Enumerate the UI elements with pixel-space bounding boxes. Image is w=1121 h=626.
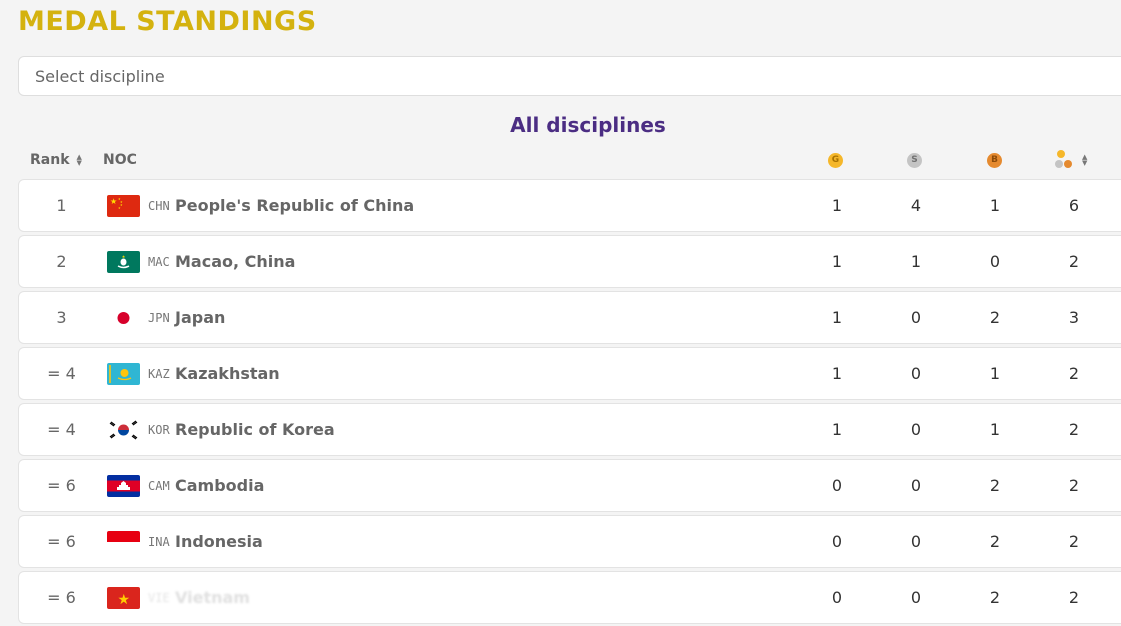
bronze-count: 1 — [989, 364, 1001, 383]
table-row[interactable]: 1 ★ ★ ★ ★ ★ CHN People's Republic of China 1… — [18, 179, 1121, 232]
total-count: 2 — [1068, 476, 1080, 495]
svg-text:★: ★ — [122, 254, 126, 259]
total-count: 2 — [1068, 532, 1080, 551]
page-title: MEDAL STANDINGS — [18, 6, 317, 37]
noc-code: CAM — [148, 478, 170, 493]
total-count: 6 — [1068, 196, 1080, 215]
bronze-header[interactable]: B — [987, 148, 1002, 172]
table-row[interactable]: = 6 INA Indonesia 0 0 2 2 — [18, 515, 1121, 568]
gold-count: 0 — [831, 588, 843, 607]
bronze-count: 1 — [989, 420, 1001, 439]
country-name[interactable]: Japan — [175, 292, 225, 343]
gold-count: 0 — [831, 476, 843, 495]
sort-icon[interactable]: ▲ ▼ — [1082, 154, 1087, 167]
rank-cell: = 4 — [47, 420, 76, 439]
discipline-select[interactable]: Select discipline — [18, 56, 1121, 96]
silver-count: 4 — [910, 196, 922, 215]
gold-count: 1 — [831, 420, 843, 439]
noc-code: KAZ — [148, 366, 170, 381]
rank-cell: = 6 — [47, 476, 76, 495]
table-row[interactable]: 2 ★ MAC Macao, China 1 1 0 2 — [18, 235, 1121, 288]
gold-medal-icon: G — [828, 152, 843, 168]
silver-count: 0 — [910, 308, 922, 327]
gold-header[interactable]: G — [828, 148, 843, 172]
rank-header[interactable]: Rank ▲ ▼ — [30, 148, 82, 172]
total-count: 2 — [1068, 252, 1080, 271]
rank-cell: 2 — [56, 252, 67, 271]
country-name[interactable]: Indonesia — [175, 516, 263, 567]
rank-cell: 3 — [56, 308, 67, 327]
silver-count: 0 — [910, 364, 922, 383]
noc-code: KOR — [148, 422, 170, 437]
table-row[interactable]: = 4 KOR Republic of Korea 1 0 1 2 — [18, 403, 1121, 456]
japan-flag-icon — [107, 307, 140, 329]
bronze-count: 2 — [989, 308, 1001, 327]
rank-cell: 1 — [56, 196, 67, 215]
rank-header-label: Rank — [30, 152, 70, 168]
bronze-count: 2 — [989, 532, 1001, 551]
country-name[interactable]: Republic of Korea — [175, 404, 335, 455]
silver-count: 0 — [910, 588, 922, 607]
noc-header-label: NOC — [103, 152, 137, 168]
gold-count: 0 — [831, 532, 843, 551]
indonesia-flag-icon — [107, 531, 140, 553]
macao-flag-icon: ★ — [107, 251, 140, 273]
gold-count: 1 — [831, 308, 843, 327]
bronze-count: 2 — [989, 476, 1001, 495]
bronze-count: 2 — [989, 588, 1001, 607]
silver-header[interactable]: S — [907, 148, 922, 172]
cambodia-flag-icon — [107, 475, 140, 497]
rank-cell: = 6 — [47, 532, 76, 551]
vietnam-flag-icon: ★ — [107, 587, 140, 609]
noc-header: NOC — [103, 148, 137, 172]
silver-count: 0 — [910, 420, 922, 439]
total-count: 2 — [1068, 588, 1080, 607]
korea-flag-icon — [107, 419, 140, 441]
svg-text:★: ★ — [118, 206, 121, 210]
total-medals-icon — [1055, 150, 1075, 170]
table-row[interactable]: 3 JPN Japan 1 0 2 3 — [18, 291, 1121, 344]
noc-code: VIE — [148, 590, 170, 605]
table-row[interactable]: = 6 ★ VIE Vietnam 0 0 2 2 — [18, 571, 1121, 624]
total-count: 2 — [1068, 420, 1080, 439]
noc-code: INA — [148, 534, 170, 549]
svg-text:★: ★ — [110, 197, 117, 206]
noc-code: CHN — [148, 198, 170, 213]
table-header: Rank ▲ ▼ NOC G S B ▲ ▼ — [0, 148, 1121, 174]
gold-count: 1 — [831, 364, 843, 383]
china-flag-icon: ★ ★ ★ ★ ★ — [107, 195, 140, 217]
silver-medal-icon: S — [907, 152, 922, 168]
gold-count: 1 — [831, 196, 843, 215]
table-row[interactable]: = 6 CAM Cambodia 0 0 2 2 — [18, 459, 1121, 512]
total-count: 3 — [1068, 308, 1080, 327]
noc-code: MAC — [148, 254, 170, 269]
rank-cell: = 6 — [47, 588, 76, 607]
discipline-select-placeholder: Select discipline — [35, 66, 165, 86]
discipline-subtitle: All disciplines — [510, 113, 666, 137]
noc-code: JPN — [148, 310, 170, 325]
silver-count: 1 — [910, 252, 922, 271]
rank-cell: = 4 — [47, 364, 76, 383]
bronze-count: 1 — [989, 196, 1001, 215]
bronze-medal-icon: B — [987, 152, 1002, 168]
total-header[interactable]: ▲ ▼ — [1055, 148, 1087, 172]
country-name[interactable]: Cambodia — [175, 460, 264, 511]
silver-count: 0 — [910, 532, 922, 551]
sort-icon[interactable]: ▲ ▼ — [77, 154, 82, 167]
kazakhstan-flag-icon — [107, 363, 140, 385]
country-name[interactable]: Kazakhstan — [175, 348, 280, 399]
table-row[interactable]: = 4 KAZ Kazakhstan 1 0 1 2 — [18, 347, 1121, 400]
country-name[interactable]: People's Republic of China — [175, 180, 414, 231]
country-name[interactable]: Vietnam — [175, 572, 250, 623]
country-name[interactable]: Macao, China — [175, 236, 295, 287]
svg-text:★: ★ — [118, 592, 131, 608]
bronze-count: 0 — [989, 252, 1001, 271]
silver-count: 0 — [910, 476, 922, 495]
gold-count: 1 — [831, 252, 843, 271]
total-count: 2 — [1068, 364, 1080, 383]
